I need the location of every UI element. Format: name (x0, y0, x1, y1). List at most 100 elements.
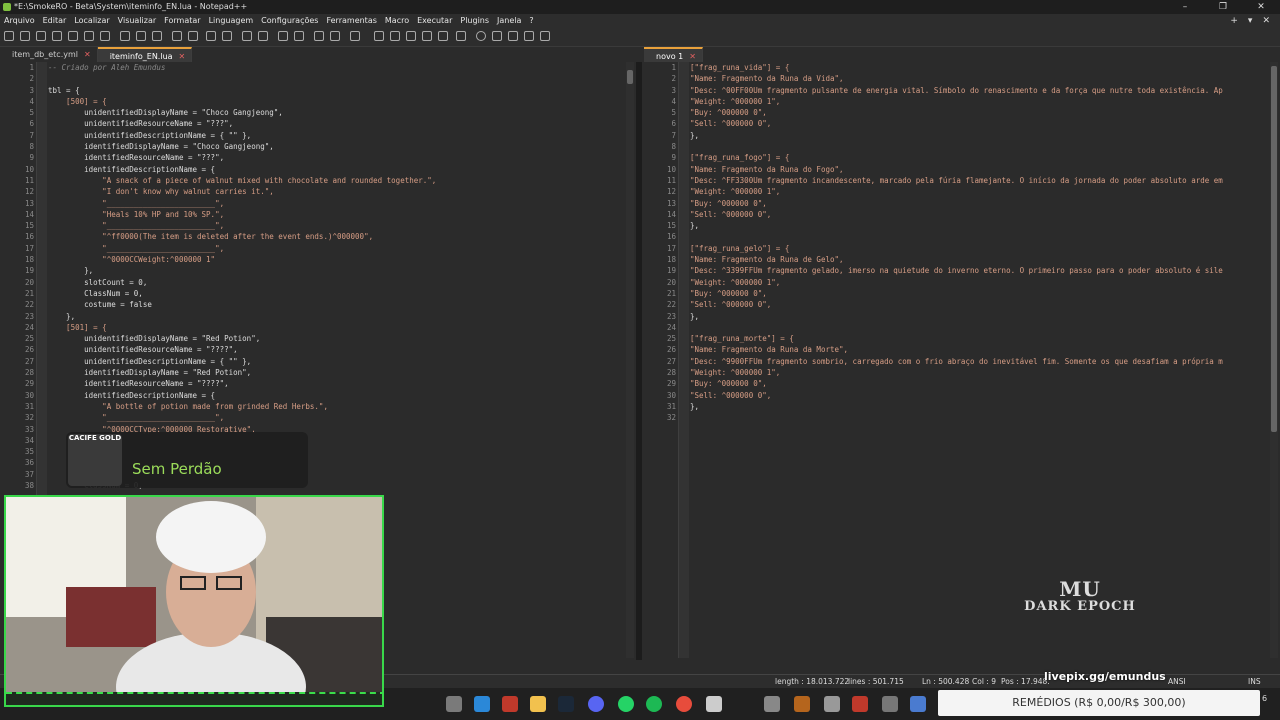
steam-icon[interactable] (558, 696, 574, 712)
menu-janela[interactable]: Janela (493, 14, 525, 28)
close-file-icon[interactable] (68, 31, 78, 41)
menu-localizar[interactable]: Localizar (70, 14, 113, 28)
app-icon[interactable] (852, 696, 868, 712)
code-line[interactable]: "Sell: ^000000 0", (690, 118, 1268, 129)
code-line[interactable]: "Weight: ^000000 1", (690, 96, 1268, 107)
app-icon[interactable] (794, 696, 810, 712)
code-line[interactable]: identifiedDisplayName = "Red Potion", (48, 367, 623, 378)
settings-icon[interactable] (706, 696, 722, 712)
tab-novo-1[interactable]: novo 1 ✕ (644, 47, 703, 62)
code-line[interactable]: identifiedResourceName = "????", (48, 378, 623, 389)
whatsapp-icon[interactable] (618, 696, 634, 712)
save-macro-icon[interactable] (540, 31, 550, 41)
replace-icon[interactable] (222, 31, 232, 41)
menu-ferramentas[interactable]: Ferramentas (322, 14, 380, 28)
play-macro-icon[interactable] (508, 31, 518, 41)
tab-iteminfo-en[interactable]: iteminfo_EN.lua ✕ (97, 47, 193, 62)
code-line[interactable]: }, (690, 401, 1268, 412)
menu-macro[interactable]: Macro (381, 14, 413, 28)
code-line[interactable]: "^0000CCWeight:^000000 1" (48, 254, 623, 265)
cut-icon[interactable] (120, 31, 130, 41)
right-scroll-thumb[interactable] (1271, 66, 1277, 432)
menu-configuracoes[interactable]: Configurações (257, 14, 322, 28)
save-icon[interactable] (36, 31, 46, 41)
taskview-icon[interactable] (446, 696, 462, 712)
monitor-icon[interactable] (456, 31, 466, 41)
redo-icon[interactable] (188, 31, 198, 41)
code-line[interactable]: }, (690, 311, 1268, 322)
left-scroll-thumb[interactable] (627, 70, 633, 84)
chrome-icon[interactable] (676, 696, 692, 712)
code-line[interactable] (690, 322, 1268, 333)
code-line[interactable]: unidentifiedResourceName = "???", (48, 118, 623, 129)
code-line[interactable]: ["frag_runa_morte"] = { (690, 333, 1268, 344)
code-line[interactable]: unidentifiedDescriptionName = { "" }, (48, 356, 623, 367)
code-line[interactable]: "Sell: ^000000 0", (690, 209, 1268, 220)
file-explorer-icon[interactable] (530, 696, 546, 712)
code-line[interactable]: "I don't know why walnut carries it.", (48, 186, 623, 197)
right-fold-margin[interactable] (678, 62, 689, 658)
app-icon[interactable] (882, 696, 898, 712)
code-line[interactable]: -- Criado por Aleh Emundus (48, 62, 623, 73)
code-line[interactable]: identifiedDisplayName = "Choco Gangjeong… (48, 141, 623, 152)
word-wrap-icon[interactable] (314, 31, 324, 41)
menu-linguagem[interactable]: Linguagem (205, 14, 258, 28)
code-line[interactable]: identifiedResourceName = "???", (48, 152, 623, 163)
paste-icon[interactable] (152, 31, 162, 41)
tab-close-icon[interactable]: ✕ (689, 49, 696, 62)
code-line[interactable]: "Heals 10% HP and 10% SP.", (48, 209, 623, 220)
menu-visualizar[interactable]: Visualizar (114, 14, 161, 28)
indent-guide-icon[interactable] (350, 31, 360, 41)
code-line[interactable]: "Sell: ^000000 0", (690, 299, 1268, 310)
code-line[interactable]: slotCount = 0, (48, 277, 623, 288)
menu-arquivo[interactable]: Arquivo (0, 14, 39, 28)
code-line[interactable]: }, (48, 265, 623, 276)
doc-map-icon[interactable] (390, 31, 400, 41)
code-line[interactable]: "Weight: ^000000 1", (690, 367, 1268, 378)
discord-icon[interactable] (588, 696, 604, 712)
record-macro-icon[interactable] (476, 31, 486, 41)
code-line[interactable] (690, 412, 1268, 423)
code-line[interactable]: ["frag_runa_gelo"] = { (690, 243, 1268, 254)
close-button[interactable]: ✕ (1242, 0, 1280, 14)
find-icon[interactable] (206, 31, 216, 41)
new-tab-icon[interactable]: + (1230, 14, 1238, 28)
code-line[interactable]: unidentifiedDisplayName = "Choco Gangjeo… (48, 107, 623, 118)
folder-workspace-icon[interactable] (438, 31, 448, 41)
zoom-out-icon[interactable] (258, 31, 268, 41)
code-line[interactable]: }, (690, 130, 1268, 141)
code-line[interactable] (690, 141, 1268, 152)
menu-plugins[interactable]: Plugins (456, 14, 493, 28)
code-line[interactable]: "Weight: ^000000 1", (690, 277, 1268, 288)
right-code[interactable]: ["frag_runa_vida"] = { "Name: Fragmento d… (690, 62, 1268, 424)
spotify-icon[interactable] (646, 696, 662, 712)
code-line[interactable]: "Desc: ^FF3300Um fragmento incandescente… (690, 175, 1268, 186)
code-line[interactable]: [501] = { (48, 322, 623, 333)
code-line[interactable]: [500] = { (48, 96, 623, 107)
code-line[interactable]: unidentifiedDisplayName = "Red Potion", (48, 333, 623, 344)
code-line[interactable]: ["frag_runa_vida"] = { (690, 62, 1268, 73)
all-chars-icon[interactable] (330, 31, 340, 41)
code-line[interactable]: "Desc: ^3399FFUm fragmento gelado, imers… (690, 265, 1268, 276)
code-line[interactable]: identifiedDescriptionName = { (48, 390, 623, 401)
code-line[interactable]: ClassNum = 0, (48, 288, 623, 299)
code-line[interactable]: ["frag_runa_fogo"] = { (690, 152, 1268, 163)
app-icon[interactable] (474, 696, 490, 712)
open-file-icon[interactable] (20, 31, 30, 41)
tab-list-icon[interactable]: ▾ (1248, 14, 1253, 28)
print-icon[interactable] (100, 31, 110, 41)
code-line[interactable]: "Buy: ^000000 0", (690, 378, 1268, 389)
right-editor[interactable]: 1 2 3 4 5 6 7 8 9 10 11 12 13 14 15 16 17 18 19 20 21 22 23 24 2… (642, 62, 1280, 658)
doc-list-icon[interactable] (406, 31, 416, 41)
app-icon[interactable] (824, 696, 840, 712)
save-all-icon[interactable] (52, 31, 62, 41)
menu-formatar[interactable]: Formatar (160, 14, 204, 28)
code-line[interactable]: "Name: Fragmento da Runa do Fogo", (690, 164, 1268, 175)
copy-icon[interactable] (136, 31, 146, 41)
code-line[interactable]: unidentifiedDescriptionName = { "" }, (48, 130, 623, 141)
app-icon[interactable] (502, 696, 518, 712)
code-line[interactable]: "Desc: ^9900FFUm fragmento sombrio, carr… (690, 356, 1268, 367)
code-line[interactable]: identifiedDescriptionName = { (48, 164, 623, 175)
code-line[interactable] (48, 73, 623, 84)
sync-h-icon[interactable] (294, 31, 304, 41)
